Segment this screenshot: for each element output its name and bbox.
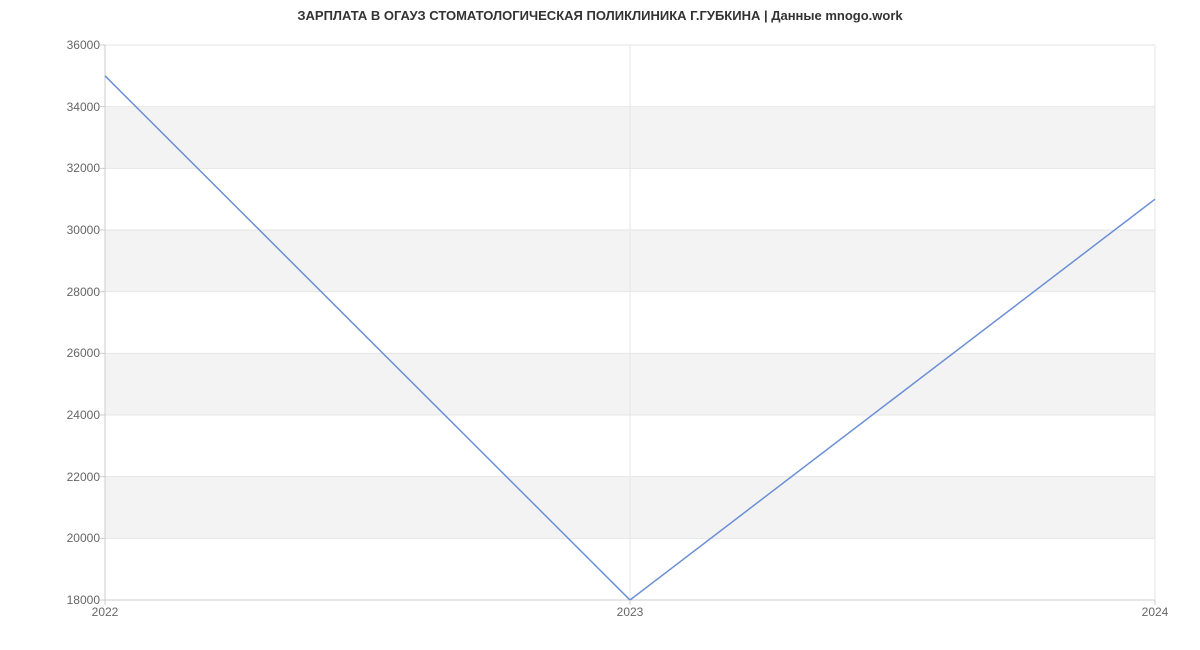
y-tick-label: 36000 xyxy=(67,38,100,52)
chart-container: ЗАРПЛАТА В ОГАУЗ СТОМАТОЛОГИЧЕСКАЯ ПОЛИК… xyxy=(0,0,1200,650)
y-tick-label: 20000 xyxy=(67,531,100,545)
y-tick-label: 30000 xyxy=(67,223,100,237)
y-tick-label: 34000 xyxy=(67,100,100,114)
y-tick-label: 32000 xyxy=(67,161,100,175)
plot-area xyxy=(105,45,1155,600)
x-tick-label: 2022 xyxy=(92,605,119,619)
x-tick-label: 2024 xyxy=(1142,605,1169,619)
chart-svg xyxy=(105,45,1155,600)
y-tick-label: 22000 xyxy=(67,470,100,484)
chart-title: ЗАРПЛАТА В ОГАУЗ СТОМАТОЛОГИЧЕСКАЯ ПОЛИК… xyxy=(0,8,1200,23)
x-tick-label: 2023 xyxy=(617,605,644,619)
y-tick-label: 28000 xyxy=(67,285,100,299)
y-tick-label: 24000 xyxy=(67,408,100,422)
y-tick-label: 26000 xyxy=(67,346,100,360)
